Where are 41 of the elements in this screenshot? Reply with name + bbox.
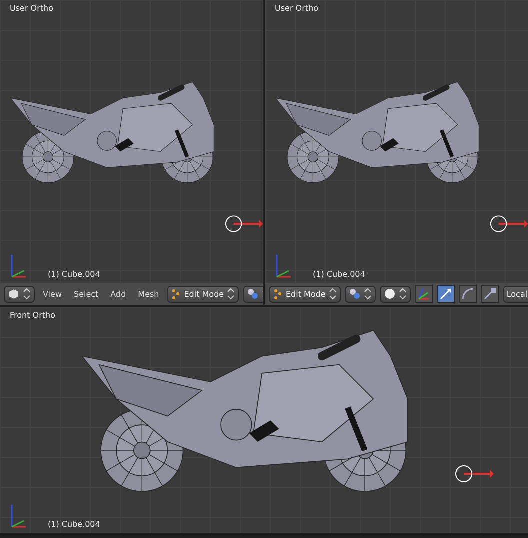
axes-icon — [416, 286, 432, 302]
axis-icon — [10, 503, 28, 529]
arc-icon — [460, 286, 476, 302]
object-label: (1) Cube.004 — [48, 520, 100, 529]
updown-arrows-icon — [398, 288, 407, 300]
transform-gizmo-icon — [490, 215, 528, 233]
manipulator-toggle[interactable] — [414, 285, 433, 303]
manipulator-toggle[interactable] — [480, 285, 499, 303]
object-label: (1) Cube.004 — [48, 270, 100, 279]
transform-gizmo-icon — [224, 215, 263, 233]
mode-dropdown[interactable]: Edit Mode — [269, 286, 341, 302]
scale-icon — [482, 286, 498, 302]
manipulator-toggle[interactable] — [436, 285, 455, 303]
icon-dropdown[interactable] — [380, 286, 411, 302]
menu-item[interactable]: View — [39, 290, 66, 298]
mode-dropdown[interactable]: Edit Mode — [167, 286, 240, 302]
transform-gizmo-icon — [454, 465, 494, 483]
manipulator-toggle[interactable] — [458, 285, 477, 303]
pivot-circles-icon — [247, 288, 260, 300]
sphere-icon — [384, 288, 396, 300]
menu-item[interactable]: Select — [70, 290, 103, 298]
object-label: (1) Cube.004 — [313, 270, 366, 279]
updown-arrows-icon — [23, 288, 31, 300]
mode-dropdown[interactable]: Local — [502, 286, 528, 302]
updown-arrows-icon — [328, 288, 337, 300]
view-title: User Ortho — [9, 3, 54, 13]
updown-arrows-icon — [364, 288, 372, 300]
pivot-circles-icon — [348, 288, 361, 300]
view-title: User Ortho — [274, 3, 320, 13]
axis-icon — [10, 253, 28, 279]
menu-item[interactable]: Mesh — [134, 290, 164, 298]
arrow-icon — [438, 286, 454, 302]
mesh-vertices-icon — [273, 288, 283, 300]
cube-icon — [8, 288, 20, 300]
icon-dropdown[interactable] — [344, 286, 376, 302]
mesh-vertices-icon — [171, 288, 182, 300]
axis-icon — [275, 253, 293, 279]
menu-item[interactable]: Add — [106, 290, 130, 298]
updown-arrows-icon — [227, 288, 236, 300]
view-title: Front Ortho — [9, 310, 56, 320]
editor-type-button[interactable] — [4, 286, 35, 302]
